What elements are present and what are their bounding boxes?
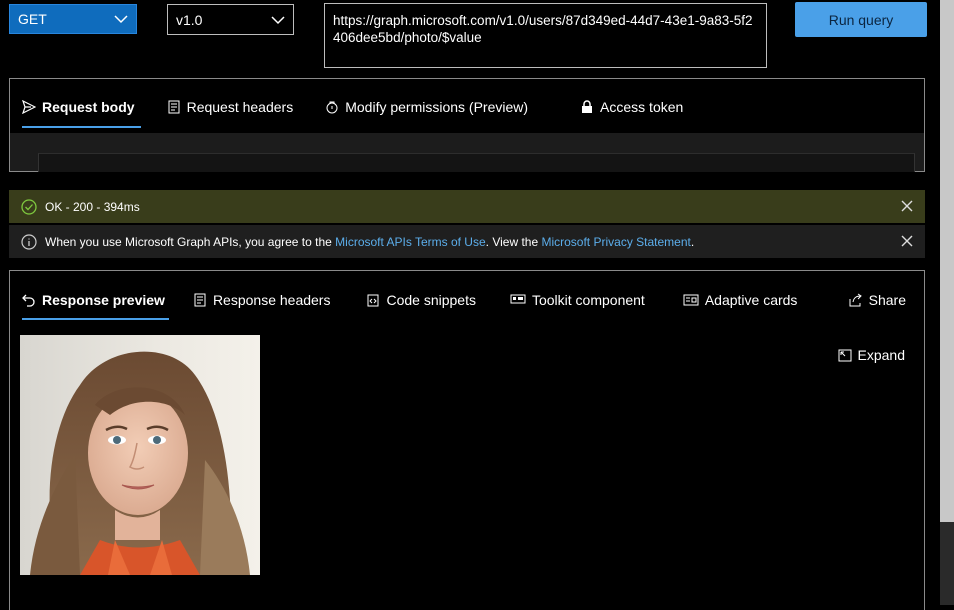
terms-prefix: When you use Microsoft Graph APIs, you a… bbox=[45, 234, 336, 249]
tab-label: Modify permissions (Preview) bbox=[345, 99, 529, 115]
chevron-down-icon bbox=[271, 15, 285, 24]
status-banner: OK - 200 - 394ms bbox=[9, 190, 925, 223]
document-icon bbox=[168, 100, 180, 114]
lock-icon bbox=[582, 100, 593, 113]
request-panel: Request body Request headers Modify perm… bbox=[9, 78, 925, 172]
tab-request-headers[interactable]: Request headers bbox=[167, 79, 294, 135]
request-tabs: Request body Request headers Modify perm… bbox=[10, 79, 924, 135]
status-text: OK - 200 - 394ms bbox=[45, 199, 140, 214]
undo-icon bbox=[22, 294, 35, 307]
tab-label: Request body bbox=[42, 99, 135, 115]
tab-label: Access token bbox=[600, 99, 684, 115]
toolkit-icon bbox=[510, 294, 526, 304]
response-tabs: Response preview Response headers Code s… bbox=[10, 271, 924, 329]
tab-label: Code snippets bbox=[386, 292, 476, 308]
chevron-down-icon bbox=[114, 15, 128, 24]
privacy-statement-link[interactable]: Microsoft Privacy Statement bbox=[541, 235, 690, 249]
terms-middle: . View the bbox=[485, 234, 542, 249]
tab-modify-permissions[interactable]: Modify permissions (Preview) bbox=[325, 79, 528, 135]
tab-toolkit-component[interactable]: Toolkit component bbox=[510, 271, 645, 329]
http-method-dropdown[interactable]: GET bbox=[9, 4, 137, 34]
tab-request-body[interactable]: Request body bbox=[22, 79, 141, 135]
editor-line bbox=[38, 153, 915, 172]
terms-banner: When you use Microsoft Graph APIs, you a… bbox=[9, 225, 925, 258]
info-icon bbox=[21, 233, 37, 250]
query-url-input[interactable]: https://graph.microsoft.com/v1.0/users/8… bbox=[324, 3, 767, 68]
tab-label: Toolkit component bbox=[531, 292, 645, 308]
share-button[interactable]: Share bbox=[848, 271, 906, 329]
tab-code-snippets[interactable]: Code snippets bbox=[366, 271, 476, 329]
expand-button[interactable]: Expand bbox=[838, 347, 905, 363]
tab-response-preview[interactable]: Response preview bbox=[22, 271, 169, 329]
card-icon bbox=[683, 294, 699, 306]
expand-icon bbox=[838, 349, 852, 361]
run-query-button[interactable]: Run query bbox=[795, 2, 927, 37]
close-icon[interactable] bbox=[899, 233, 915, 249]
profile-photo-image bbox=[20, 335, 260, 575]
api-version-dropdown[interactable]: v1.0 bbox=[167, 4, 294, 35]
terms-suffix: . bbox=[690, 234, 695, 249]
lock-shield-icon bbox=[326, 101, 338, 114]
close-icon[interactable] bbox=[899, 198, 915, 214]
tab-response-headers[interactable]: Response headers bbox=[193, 271, 331, 329]
check-circle-icon bbox=[21, 198, 37, 215]
share-icon bbox=[849, 293, 862, 307]
scrollbar-track[interactable] bbox=[940, 522, 954, 605]
code-icon bbox=[367, 294, 379, 307]
response-photo bbox=[20, 335, 260, 575]
send-icon bbox=[22, 100, 36, 114]
request-body-editor[interactable] bbox=[10, 133, 924, 172]
expand-label: Expand bbox=[857, 347, 905, 363]
terms-of-use-link[interactable]: Microsoft APIs Terms of Use bbox=[335, 235, 486, 249]
tab-adaptive-cards[interactable]: Adaptive cards bbox=[683, 271, 798, 329]
tab-label: Response preview bbox=[42, 292, 165, 308]
terms-text: When you use Microsoft Graph APIs, you a… bbox=[45, 235, 694, 249]
share-label: Share bbox=[868, 292, 906, 308]
document-icon bbox=[194, 293, 206, 307]
tab-label: Adaptive cards bbox=[704, 292, 798, 308]
tab-access-token[interactable]: Access token bbox=[580, 79, 683, 135]
tab-label: Request headers bbox=[186, 99, 294, 115]
tab-label: Response headers bbox=[212, 292, 331, 308]
api-version-value: v1.0 bbox=[176, 11, 203, 28]
http-method-value: GET bbox=[18, 11, 47, 27]
scrollbar-thumb[interactable] bbox=[940, 0, 954, 522]
